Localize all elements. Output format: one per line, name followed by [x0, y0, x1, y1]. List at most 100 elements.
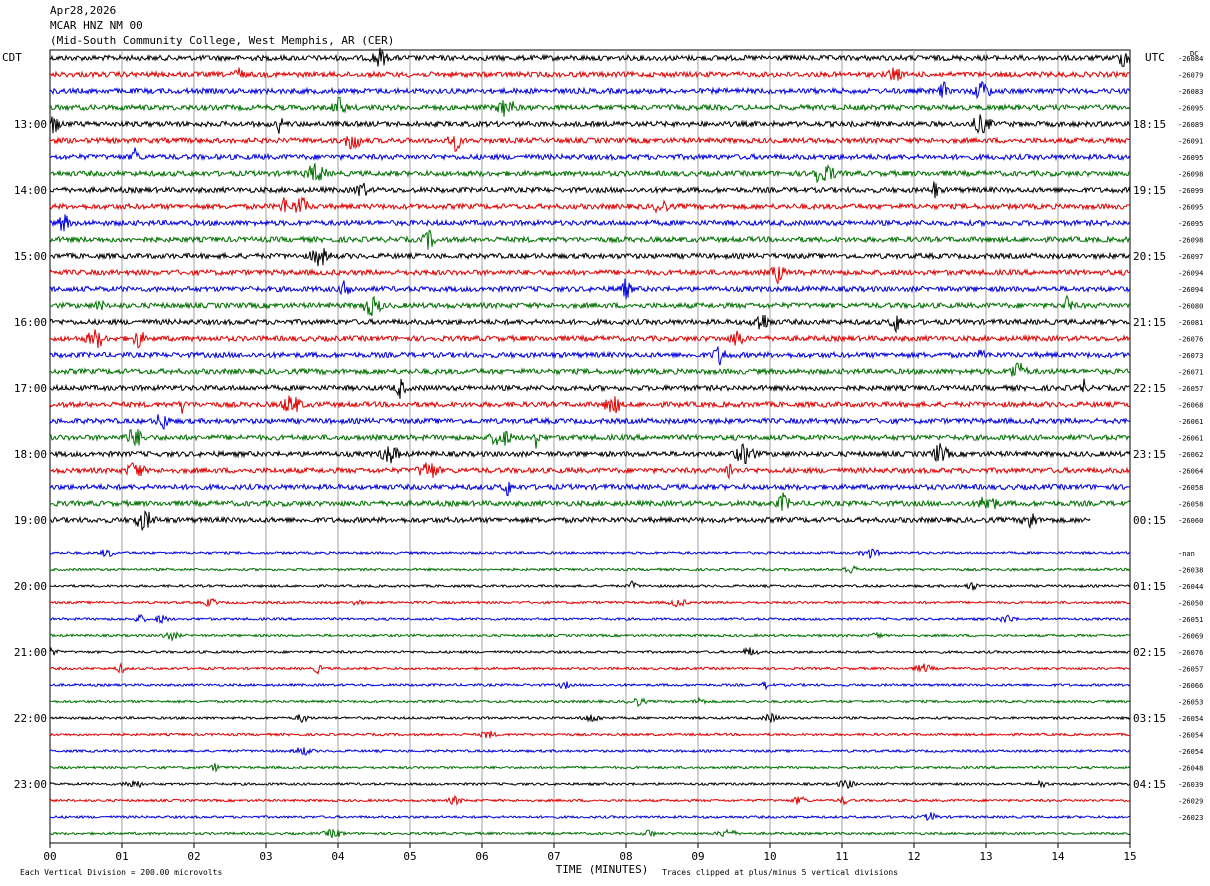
x-tick-label: 13 [979, 850, 992, 863]
row-dc-value: -26099 [1178, 187, 1203, 195]
seismic-trace [49, 67, 1131, 81]
row-dc-value: -26069 [1178, 633, 1203, 641]
x-tick-label: 14 [1051, 850, 1065, 863]
x-tick-label: 07 [547, 850, 560, 863]
row-dc-value: -26066 [1178, 682, 1203, 690]
seismic-trace [49, 346, 1131, 366]
row-dc-value: -26080 [1178, 303, 1203, 311]
row-dc-value: -nan [1178, 550, 1195, 558]
x-tick-label: 05 [403, 850, 416, 863]
seismic-trace [49, 763, 1131, 773]
seismic-trace [49, 631, 1130, 642]
row-dc-value: -26079 [1178, 72, 1203, 80]
cdt-hour-label: 13:00 [14, 118, 47, 131]
seismic-trace [49, 229, 1131, 250]
row-dc-value: -26044 [1178, 583, 1203, 591]
utc-hour-label: 00:15 [1133, 514, 1166, 527]
seismic-trace [49, 812, 1131, 822]
seismic-trace [49, 462, 1131, 481]
utc-hour-label: 04:15 [1133, 778, 1166, 791]
utc-hour-label: 01:15 [1133, 580, 1166, 593]
seismic-trace [49, 564, 1130, 574]
seismic-trace [49, 443, 1131, 465]
seismic-trace [49, 661, 1131, 675]
utc-hour-label: 21:15 [1133, 316, 1166, 329]
utc-hour-label: 03:15 [1133, 712, 1166, 725]
row-dc-value: -26068 [1178, 402, 1203, 410]
x-tick-label: 03 [259, 850, 272, 863]
seismic-trace [49, 730, 1131, 739]
row-dc-value: -26058 [1178, 484, 1203, 492]
row-dc-value: -26071 [1178, 369, 1203, 377]
row-dc-value: -26060 [1178, 517, 1203, 525]
row-dc-value: -26095 [1178, 105, 1203, 113]
utc-hour-label: 20:15 [1133, 250, 1166, 263]
seismic-trace [49, 80, 1131, 100]
seismic-trace [50, 248, 1131, 267]
x-tick-label: 12 [907, 850, 920, 863]
row-dc-value: -26057 [1178, 385, 1203, 393]
utc-hour-label: 23:15 [1133, 448, 1166, 461]
cdt-hour-label: 17:00 [14, 382, 47, 395]
row-dc-value: -26083 [1178, 88, 1203, 96]
row-dc-value: -26062 [1178, 451, 1203, 459]
seismic-trace [49, 195, 1131, 214]
x-axis-title: TIME (MINUTES) [556, 863, 649, 876]
seismic-trace [49, 646, 1130, 656]
x-tick-label: 10 [763, 850, 776, 863]
cdt-hour-label: 15:00 [14, 250, 47, 263]
utc-hour-label: 22:15 [1133, 382, 1166, 395]
x-tick-label: 04 [331, 850, 345, 863]
seismic-trace [49, 214, 1131, 232]
x-tick-label: 08 [619, 850, 632, 863]
seismic-trace [49, 492, 1131, 511]
utc-hour-label: 02:15 [1133, 646, 1166, 659]
row-dc-value: -26039 [1178, 781, 1203, 789]
row-dc-value: -26073 [1178, 352, 1203, 360]
row-dc-value: -26054 [1178, 732, 1203, 740]
cdt-hour-label: 22:00 [14, 712, 47, 725]
seismic-trace [49, 613, 1131, 625]
row-dc-value: -26061 [1178, 435, 1203, 443]
utc-hour-label: 18:15 [1133, 118, 1166, 131]
seismic-trace [49, 314, 1131, 334]
seismic-trace [49, 681, 1131, 691]
cdt-hour-label: 18:00 [14, 448, 47, 461]
x-tick-label: 06 [475, 850, 488, 863]
row-dc-value: -26048 [1178, 765, 1203, 773]
row-dc-value: -26053 [1178, 699, 1203, 707]
seismic-trace [50, 712, 1131, 724]
seismic-trace [49, 548, 1131, 560]
row-dc-value: -26064 [1178, 468, 1203, 476]
seismic-trace [49, 163, 1131, 184]
row-dc-value: -26061 [1178, 418, 1203, 426]
seismic-trace [49, 278, 1131, 300]
helicorder-plot: CDT UTC DC13:00 18:1514:00 19:1515:00 20:1516… [2, 47, 1203, 877]
seismic-trace [49, 96, 1131, 117]
seismic-trace [49, 696, 1131, 708]
row-dc-value: -26097 [1178, 253, 1203, 261]
clip-note: Traces clipped at plus/minus 5 vertical … [662, 868, 898, 877]
seismic-trace [49, 294, 1131, 317]
cdt-hour-label: 16:00 [14, 316, 47, 329]
row-dc-value: -26051 [1178, 616, 1203, 624]
seismic-trace [49, 147, 1131, 162]
seismic-trace [49, 509, 1091, 531]
seismic-trace [49, 135, 1131, 152]
seismic-trace [49, 794, 1131, 807]
seismic-trace [50, 329, 1131, 349]
x-tick-label: 02 [187, 850, 200, 863]
seismic-trace [50, 597, 1131, 608]
plot-frame [49, 49, 1131, 844]
row-dc-value: -26095 [1178, 204, 1203, 212]
x-tick-label: 00 [43, 850, 56, 863]
row-dc-value: -26094 [1178, 286, 1203, 294]
seismic-trace [49, 481, 1131, 497]
seismic-trace [50, 362, 1131, 377]
row-dc-value: -26029 [1178, 798, 1203, 806]
row-dc-value: -26057 [1178, 666, 1203, 674]
x-tick-label: 15 [1123, 850, 1136, 863]
right-axis-label: UTC [1145, 51, 1165, 64]
seismic-trace [50, 828, 1131, 839]
row-dc-value: -26081 [1178, 319, 1203, 327]
